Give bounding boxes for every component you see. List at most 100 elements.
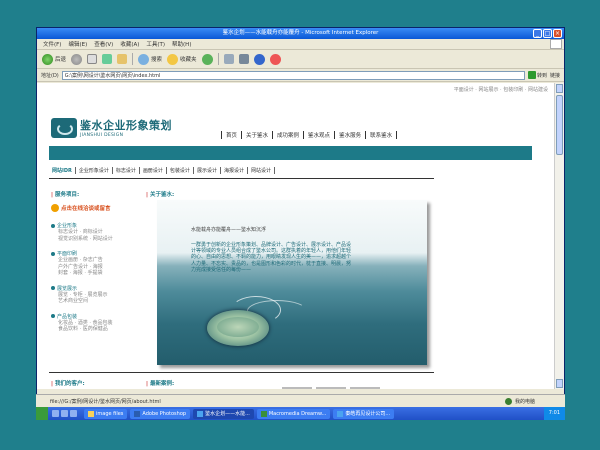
taskbar-item[interactable]: image files	[84, 408, 128, 419]
dreamweaver-icon	[260, 410, 267, 417]
menu-tools[interactable]: 工具(T)	[146, 40, 165, 48]
menu-view[interactable]: 查看(V)	[94, 40, 113, 48]
star-icon	[167, 53, 179, 65]
nav-cases[interactable]: 成功案例	[272, 131, 303, 139]
about-hero-image: 水能载舟亦能覆舟——鉴水知沉浮 一群勇于创新的企业形象策划、品牌设计、广告设计、…	[157, 200, 427, 365]
windows-logo-icon	[550, 39, 562, 49]
subnav-item[interactable]: 标志设计	[111, 167, 139, 174]
photoshop-icon	[134, 410, 141, 417]
address-input[interactable]: G:\案例\网设计\鉴水网页\网页\index.html	[61, 70, 525, 80]
scroll-up-icon[interactable]	[556, 84, 563, 93]
divider	[49, 372, 434, 373]
scroll-down-icon[interactable]	[556, 379, 563, 388]
nav-views[interactable]: 鉴水观点	[303, 131, 334, 139]
history-icon[interactable]	[201, 53, 213, 65]
folder-icon	[88, 410, 94, 417]
page-content: 平面设计 · 网站展示 · 包装印刷 · 网站建设 鉴水企业形象策划 JIANS…	[37, 83, 556, 389]
service-sub[interactable]: 食品饮料 · 医药保健品	[51, 326, 156, 333]
menu-file[interactable]: 文件(F)	[43, 40, 61, 48]
start-button[interactable]	[36, 407, 48, 420]
service-group: 展览展示 展览 · 专柜 · 展览展示 艺术商业空间	[51, 285, 156, 305]
top-links[interactable]: 平面设计 · 网站展示 · 包装印刷 · 网站建设	[454, 86, 548, 93]
search-button[interactable]: 搜索	[138, 53, 162, 65]
qq-icon[interactable]	[269, 53, 281, 65]
bullet-icon	[51, 286, 55, 290]
nav-services[interactable]: 鉴水服务	[334, 131, 365, 139]
subnav-item[interactable]: 海报设计	[219, 167, 247, 174]
nav-about[interactable]: 关于鉴水	[241, 131, 272, 139]
case-thumbnail[interactable]	[316, 387, 346, 389]
subnav-item[interactable]: 展示设计	[192, 167, 220, 174]
hero-text: 一群勇于创新的企业形象策划、品牌设计、广告设计、展示设计、产品设计等领域的专业人…	[191, 242, 352, 273]
maximize-button[interactable]: □	[543, 29, 552, 38]
subnav-item[interactable]: 网站设计	[246, 167, 275, 174]
case-thumbnail[interactable]	[282, 387, 312, 389]
menu-help[interactable]: 帮助(H)	[172, 40, 191, 48]
tea-cup-inner	[217, 317, 259, 337]
taskbar-item[interactable]: Adobe Photoshop	[130, 408, 191, 419]
menu-favorites[interactable]: 收藏(A)	[120, 40, 139, 48]
cases-title: | 最新案例:	[146, 381, 175, 387]
nav-home[interactable]: 首页	[221, 131, 241, 139]
nav-contact[interactable]: 联系鉴水	[365, 131, 398, 139]
stop-icon[interactable]	[87, 54, 98, 64]
close-button[interactable]: ×	[553, 29, 562, 38]
clients-title: | 我们的客户:	[51, 381, 85, 387]
menu-bar: 文件(F) 编辑(E) 查看(V) 收藏(A) 工具(T) 帮助(H)	[37, 39, 564, 50]
go-button[interactable]: 转到	[527, 71, 547, 79]
online-chat-link[interactable]: 点击在线洽谈或留言	[51, 204, 156, 212]
vertical-scrollbar[interactable]	[554, 83, 564, 389]
toolbar-separator	[132, 53, 134, 65]
service-head[interactable]: 平面印刷	[51, 250, 156, 257]
service-sub[interactable]: 封套 · 海报 · 手提袋	[51, 270, 156, 277]
hero-title: 水能载舟亦能覆舟——鉴水知沉浮	[191, 227, 267, 233]
menu-edit[interactable]: 编辑(E)	[68, 40, 87, 48]
bullet-icon	[51, 314, 55, 318]
site-logo[interactable]: 鉴水企业形象策划 JIANSHUI DESIGN	[51, 117, 172, 138]
back-button[interactable]: 后退	[42, 53, 66, 65]
subnav-item[interactable]: 包装设计	[165, 167, 193, 174]
service-head[interactable]: 展览展示	[51, 285, 156, 292]
taskbar-item[interactable]: 鉴水企划——水能...	[193, 408, 254, 419]
service-sub[interactable]: 视觉识别系统 · 网站设计	[51, 236, 156, 243]
forward-arrow-icon[interactable]	[71, 53, 83, 65]
logo-cn: 鉴水企业形象策划	[80, 119, 172, 132]
taskbar-item[interactable]: 秦皓再见设计公司...	[333, 408, 395, 419]
service-head[interactable]: 企业形象	[51, 222, 156, 229]
home-icon[interactable]	[117, 54, 128, 64]
search-icon	[138, 53, 150, 65]
taskbar-item[interactable]: Macromedia Dreamw...	[256, 408, 331, 419]
service-group: 平面印刷 企业画册 · 杂志广告 户外广告设计 · 海报 封套 · 海报 · 手…	[51, 250, 156, 277]
quick-launch-icon[interactable]	[52, 410, 59, 417]
minimize-button[interactable]: _	[533, 29, 542, 38]
quick-launch-icon[interactable]	[61, 410, 68, 417]
service-sub[interactable]: 艺术商业空间	[51, 298, 156, 305]
address-bar: 地址(D) G:\案例\网设计\鉴水网页\网页\index.html 转到 链接	[37, 69, 564, 82]
subnav-item[interactable]: 企业形象设计	[74, 167, 112, 174]
ie-icon	[197, 410, 204, 417]
messenger-icon[interactable]	[253, 53, 265, 65]
service-head[interactable]: 产品包装	[51, 313, 156, 320]
left-column: | 服务项目: 点击在线洽谈或留言 企业形象 标志设计 · 商标设计 视觉识别系统…	[51, 190, 156, 341]
system-tray: 7:01	[543, 407, 565, 420]
subnav-item[interactable]: 网站IDR	[49, 167, 75, 174]
bullet-icon	[51, 251, 55, 256]
refresh-icon[interactable]	[102, 54, 113, 64]
favorites-button[interactable]: 收藏夹	[167, 53, 197, 65]
status-zone: 我的电脑	[504, 397, 565, 405]
case-thumbnail[interactable]	[350, 387, 380, 389]
computer-icon	[504, 397, 512, 405]
subnav-item[interactable]: 画册设计	[138, 167, 166, 174]
quick-launch-icon[interactable]	[70, 410, 77, 417]
mail-icon[interactable]	[223, 54, 234, 64]
print-icon[interactable]	[238, 54, 249, 64]
logo-mark-icon	[51, 117, 77, 138]
services-title: | 服务项目:	[51, 192, 80, 198]
links-button[interactable]: 链接	[550, 72, 564, 79]
go-arrow-icon	[527, 71, 536, 79]
sub-nav: 网站IDR 企业形象设计 标志设计 画册设计 包装设计 展示设计 海报设计 网站…	[49, 167, 275, 174]
banner-bar	[49, 146, 532, 160]
scroll-thumb[interactable]	[556, 95, 563, 155]
ie-icon	[337, 410, 344, 417]
quick-launch	[48, 410, 81, 417]
